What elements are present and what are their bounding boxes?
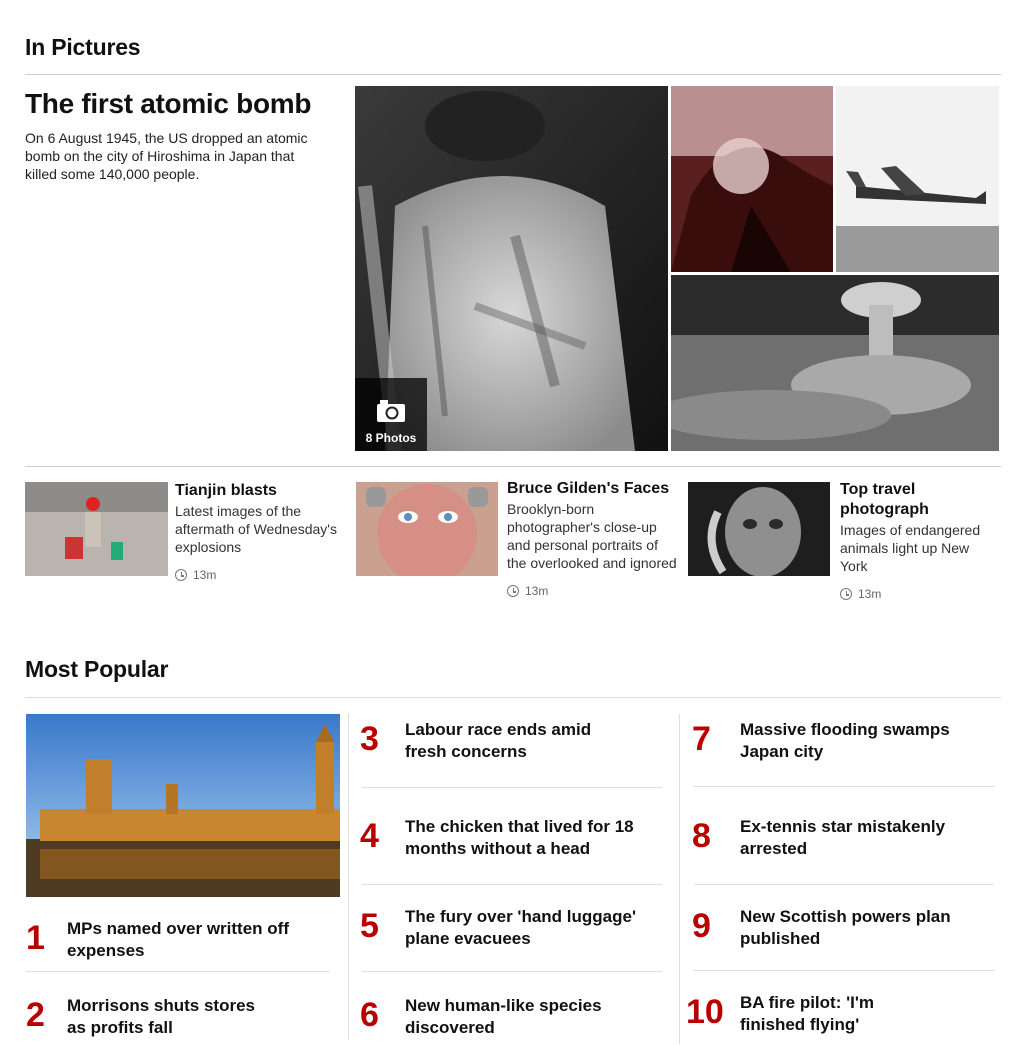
rank-number: 10	[686, 993, 724, 1031]
rank-number: 3	[360, 720, 379, 758]
story-timestamp: 13m	[507, 584, 677, 598]
column-divider	[348, 714, 349, 1040]
rank-number: 6	[360, 996, 379, 1034]
headline-link[interactable]: BA fire pilot: 'I'm finished flying'	[740, 992, 900, 1036]
story-thumbnail-tianjin[interactable]	[25, 482, 168, 576]
most-popular-item-8[interactable]: 8 Ex-tennis star mistakenly arrested	[692, 816, 997, 860]
photo-count-badge[interactable]: 8 Photos	[355, 378, 427, 451]
item-divider	[362, 971, 662, 972]
hero-photo-mushroom-cloud[interactable]	[671, 275, 999, 451]
in-pictures-heading: In Pictures	[25, 34, 141, 60]
rank-number: 1	[26, 919, 45, 957]
clock-icon	[840, 588, 852, 600]
column-divider	[679, 714, 680, 1044]
hero-photo-plane[interactable]	[836, 86, 999, 272]
headline-link[interactable]: New Scottish powers plan published	[740, 906, 975, 950]
stories-divider	[25, 466, 1001, 467]
most-popular-item-2[interactable]: 2 Morrisons shuts stores as profits fall	[26, 995, 331, 1039]
story-summary: Latest images of the aftermath of Wednes…	[175, 503, 337, 555]
item-divider	[694, 884, 994, 885]
story-summary: Images of endangered animals light up Ne…	[840, 522, 981, 574]
headline-link[interactable]: Morrisons shuts stores as profits fall	[67, 995, 277, 1039]
rank-number: 2	[26, 996, 45, 1034]
headline-link[interactable]: New human-like species discovered	[405, 995, 625, 1039]
most-popular-item-7[interactable]: 7 Massive flooding swamps Japan city	[692, 719, 997, 763]
most-popular-item-4[interactable]: 4 The chicken that lived for 18 months w…	[360, 816, 665, 860]
story-card-3[interactable]: Top travel photograph Images of endanger…	[840, 480, 1000, 601]
story-title[interactable]: Bruce Gilden's Faces	[507, 479, 677, 499]
most-popular-heading: Most Popular	[25, 656, 169, 682]
item-divider	[26, 971, 330, 972]
item-divider	[694, 970, 994, 971]
story-timestamp: 13m	[175, 568, 345, 582]
rank-number: 9	[692, 907, 711, 945]
item-divider	[694, 786, 994, 787]
headline-link[interactable]: Labour race ends amid fresh concerns	[405, 719, 625, 763]
photo-count-label: 8 Photos	[365, 431, 417, 445]
hero-description: On 6 August 1945, the US dropped an atom…	[25, 130, 308, 182]
headline-link[interactable]: Ex-tennis star mistakenly arrested	[740, 816, 970, 860]
most-popular-item-3[interactable]: 3 Labour race ends amid fresh concerns	[360, 719, 665, 763]
story-title[interactable]: Top travel photograph	[840, 480, 1000, 520]
most-popular-lead-image[interactable]	[26, 714, 340, 897]
most-popular-item-1[interactable]: 1 MPs named over written off expenses	[26, 918, 331, 962]
story-card-1[interactable]: Tianjin blasts Latest images of the afte…	[175, 481, 345, 582]
item-divider	[362, 787, 662, 788]
most-popular-item-5[interactable]: 5 The fury over 'hand luggage' plane eva…	[360, 906, 665, 950]
hero-photo-explosion[interactable]	[671, 86, 833, 272]
headline-link[interactable]: Massive flooding swamps Japan city	[740, 719, 970, 763]
most-popular-item-10[interactable]: 10 BA fire pilot: 'I'm finished flying'	[686, 992, 997, 1036]
story-thumbnail-travel[interactable]	[688, 482, 830, 576]
clock-icon	[507, 585, 519, 597]
rank-number: 8	[692, 817, 711, 855]
most-popular-item-6[interactable]: 6 New human-like species discovered	[360, 995, 665, 1039]
item-divider	[362, 884, 662, 885]
most-popular-item-9[interactable]: 9 New Scottish powers plan published	[692, 906, 997, 950]
rank-number: 4	[360, 817, 379, 855]
camera-icon	[377, 400, 405, 422]
headline-link[interactable]: The chicken that lived for 18 months wit…	[405, 816, 645, 860]
hero-title[interactable]: The first atomic bomb	[25, 88, 311, 120]
headline-link[interactable]: MPs named over written off expenses	[67, 918, 331, 962]
rank-number: 5	[360, 907, 379, 945]
story-summary: Brooklyn-born photographer's close-up an…	[507, 501, 677, 571]
rank-number: 7	[692, 720, 711, 758]
story-timestamp: 13m	[840, 587, 1000, 601]
section-divider	[25, 74, 1001, 75]
most-popular-divider	[25, 697, 1001, 698]
story-title[interactable]: Tianjin blasts	[175, 481, 345, 501]
headline-link[interactable]: The fury over 'hand luggage' plane evacu…	[405, 906, 660, 950]
story-thumbnail-faces[interactable]	[356, 482, 498, 576]
story-card-2[interactable]: Bruce Gilden's Faces Brooklyn-born photo…	[507, 479, 677, 598]
clock-icon	[175, 569, 187, 581]
